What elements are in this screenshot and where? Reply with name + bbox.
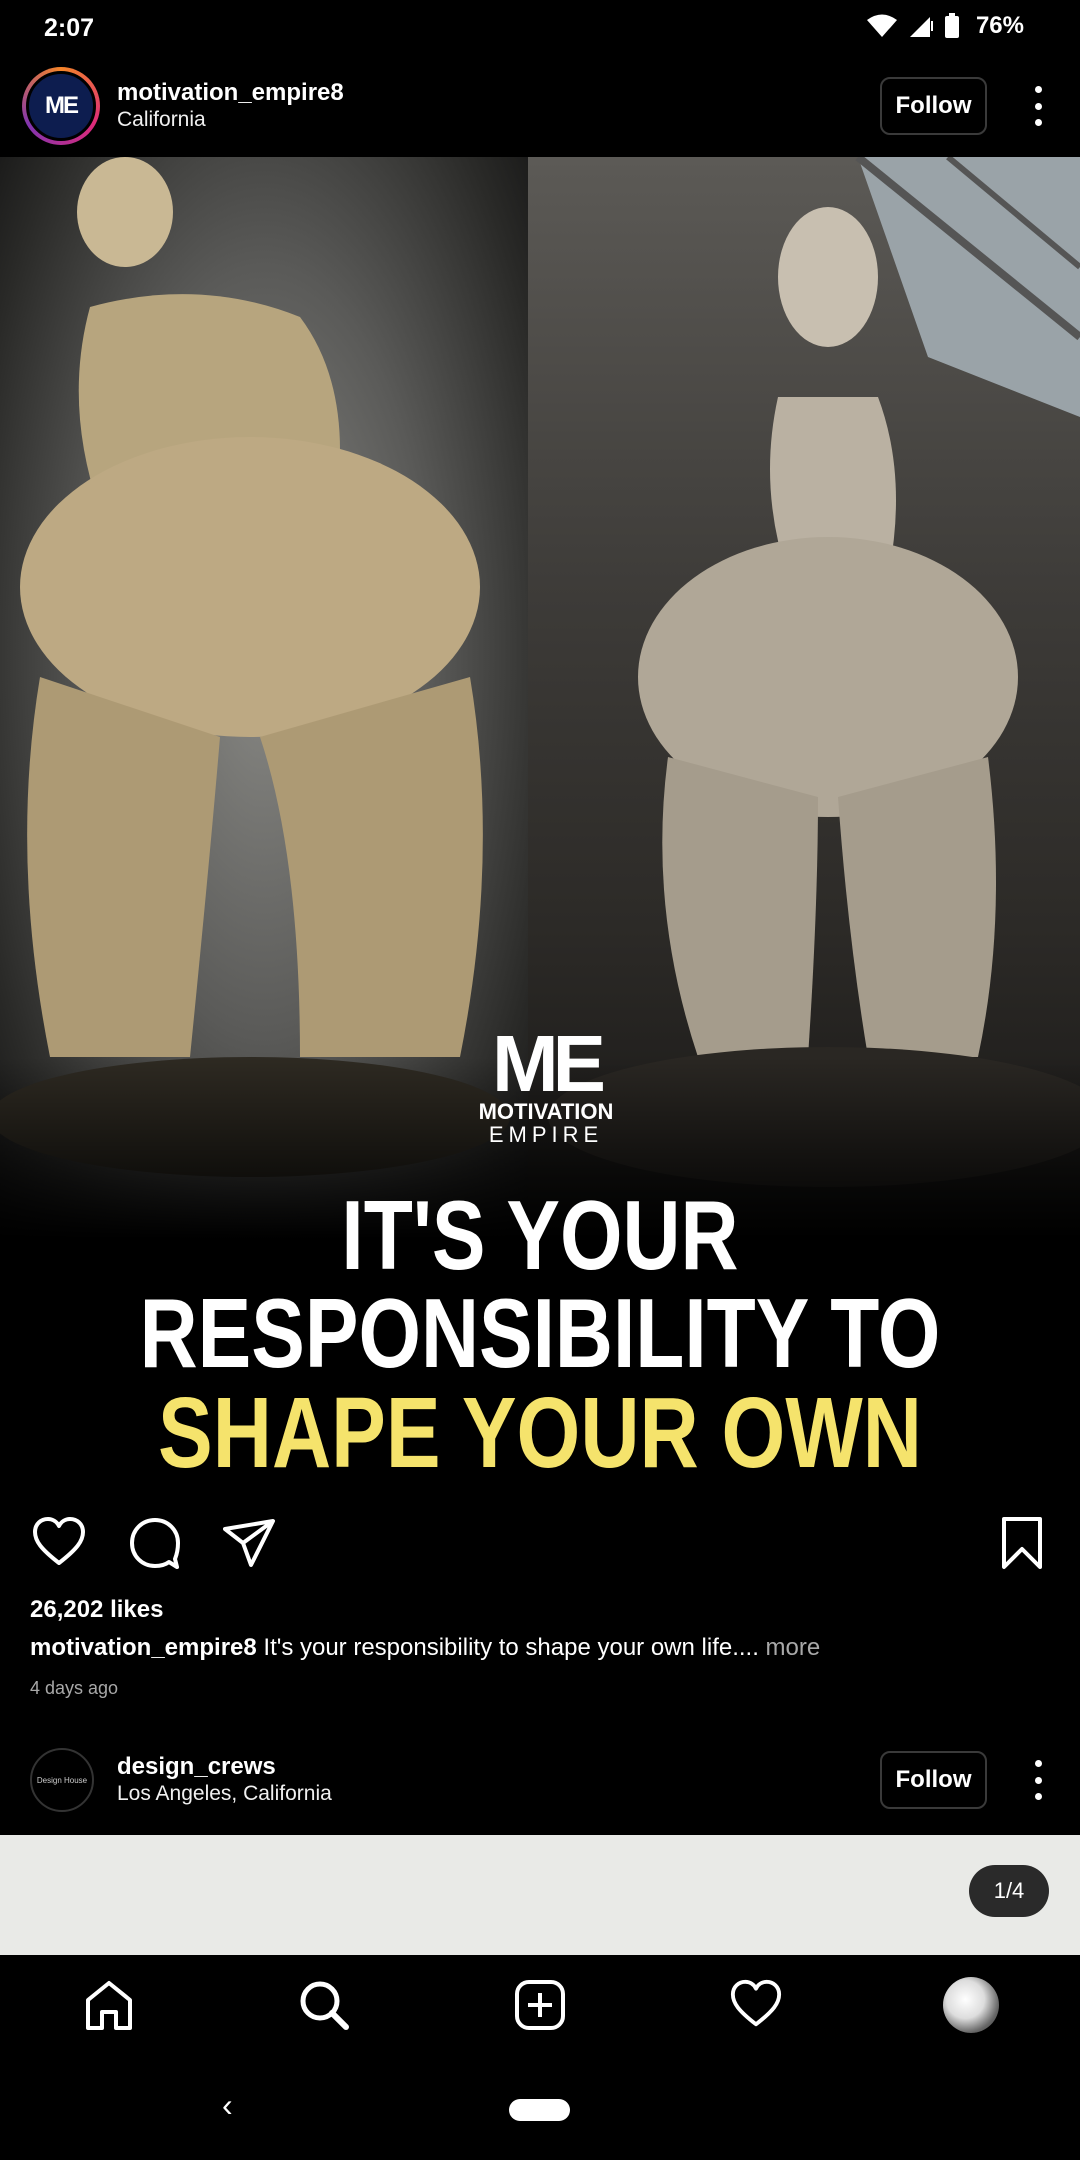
headline-line-3: SHAPE YOUR OWN LIFE. bbox=[158, 1377, 922, 1487]
wifi-icon bbox=[866, 14, 897, 37]
home-icon[interactable] bbox=[79, 1975, 139, 2035]
post-header-2: Design House design_crews Los Angeles, C… bbox=[0, 1730, 1080, 1830]
post-location[interactable]: California bbox=[117, 107, 344, 133]
follow-button[interactable]: Follow bbox=[880, 77, 987, 135]
likes-count[interactable]: 26,202 likes bbox=[30, 1596, 163, 1624]
search-icon[interactable] bbox=[294, 1975, 354, 2035]
post-location[interactable]: Los Angeles, California bbox=[117, 1781, 332, 1807]
avatar[interactable]: Design House bbox=[30, 1748, 94, 1812]
avatar-text: Design House bbox=[36, 1775, 88, 1785]
headline-line-2: RESPONSIBILITY TO bbox=[139, 1278, 941, 1388]
signal-icon bbox=[909, 17, 933, 37]
battery-percent: 76% bbox=[975, 12, 1024, 39]
post-image[interactable]: ME MOTIVATION EMPIRE IT'S YOUR RESPONSIB… bbox=[0, 157, 1080, 1487]
caption-text: It's your responsibility to shape your o… bbox=[256, 1634, 759, 1661]
activity-icon[interactable] bbox=[726, 1975, 786, 2035]
carousel-page-indicator: 1/4 bbox=[969, 1865, 1049, 1917]
back-icon[interactable]: ‹ bbox=[222, 2087, 233, 2124]
avatar-text: ME bbox=[45, 92, 79, 119]
avatar-logo: ME bbox=[26, 71, 96, 141]
caption-username[interactable]: motivation_empire8 bbox=[30, 1634, 257, 1661]
comment-icon[interactable] bbox=[127, 1515, 183, 1571]
avatar[interactable]: ME bbox=[22, 67, 100, 145]
follow-button[interactable]: Follow bbox=[880, 1751, 987, 1809]
profile-avatar-image bbox=[943, 1977, 999, 2033]
status-icons: 76% bbox=[866, 12, 1024, 40]
share-icon[interactable] bbox=[221, 1515, 277, 1571]
more-options-icon[interactable] bbox=[1032, 1760, 1044, 1800]
post-timestamp: 4 days ago bbox=[30, 1678, 119, 1698]
post-user-info[interactable]: motivation_empire8 California bbox=[117, 79, 344, 133]
bookmark-icon[interactable] bbox=[994, 1515, 1050, 1571]
post-header: ME motivation_empire8 California Follow bbox=[0, 56, 1080, 156]
status-bar: 2:07 76% bbox=[0, 0, 1080, 58]
battery-icon bbox=[944, 13, 959, 38]
post-user-info[interactable]: design_crews Los Angeles, California bbox=[117, 1753, 332, 1807]
logo-monogram: ME bbox=[492, 1019, 606, 1108]
logo-line-1: MOTIVATION bbox=[478, 1099, 614, 1124]
more-options-icon[interactable] bbox=[1032, 86, 1044, 126]
headline-line-1: IT'S YOUR bbox=[341, 1180, 739, 1290]
post-image-preview[interactable] bbox=[0, 1835, 1080, 1955]
profile-avatar[interactable] bbox=[941, 1975, 1001, 2035]
caption-more-link[interactable]: more bbox=[759, 1634, 821, 1661]
home-gesture-pill[interactable] bbox=[509, 2099, 570, 2121]
heart-icon[interactable] bbox=[31, 1515, 87, 1571]
status-time: 2:07 bbox=[44, 14, 95, 42]
bottom-nav bbox=[0, 1955, 1080, 2059]
caption[interactable]: motivation_empire8 It's your responsibil… bbox=[30, 1634, 1050, 1662]
logo-line-2: EMPIRE bbox=[488, 1122, 604, 1147]
post-actions bbox=[0, 1515, 1080, 1575]
post-username[interactable]: motivation_empire8 bbox=[117, 79, 344, 107]
post-username[interactable]: design_crews bbox=[117, 1753, 332, 1781]
brand-logo: ME MOTIVATION EMPIRE bbox=[476, 1019, 616, 1147]
system-nav-bar: ‹ bbox=[0, 2059, 1080, 2160]
create-icon[interactable] bbox=[510, 1975, 570, 2035]
